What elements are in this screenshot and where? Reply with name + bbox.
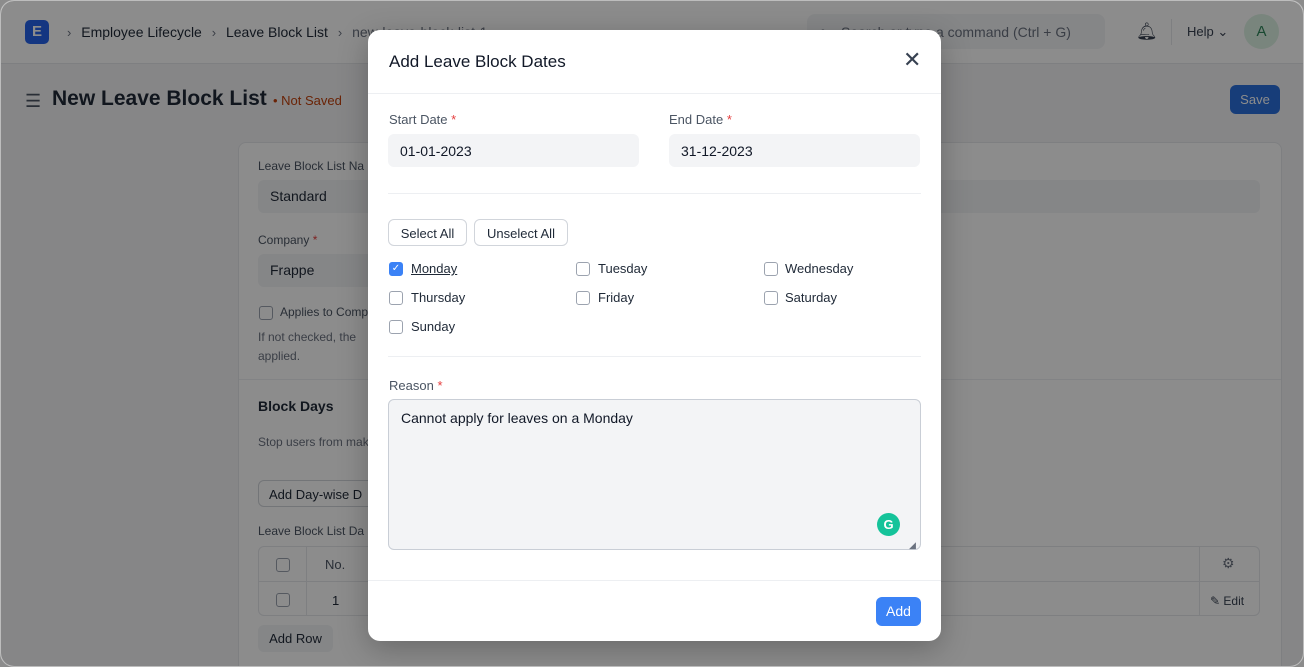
resize-handle-icon[interactable]: ◢ [909,540,916,551]
reason-label: Reason * [389,378,443,393]
wednesday-checkbox[interactable] [764,262,778,276]
thursday-checkbox[interactable] [389,291,403,305]
select-all-button[interactable]: Select All [388,219,467,246]
end-date-input[interactable] [669,134,920,167]
sunday-checkbox[interactable] [389,320,403,334]
dialog-header-divider [368,93,941,94]
saturday-checkbox[interactable] [764,291,778,305]
saturday-label[interactable]: Saturday [785,290,837,305]
dialog-footer-divider [368,580,941,581]
end-date-label: End Date * [669,112,732,127]
thursday-label[interactable]: Thursday [411,290,465,305]
friday-label[interactable]: Friday [598,290,634,305]
app-window: E › Employee Lifecycle › Leave Block Lis… [0,0,1304,667]
monday-checkbox[interactable]: ✓ [389,262,403,276]
wednesday-label[interactable]: Wednesday [785,261,853,276]
tuesday-checkbox[interactable] [576,262,590,276]
grammarly-icon[interactable]: G [877,513,900,536]
section-divider [388,193,921,194]
tuesday-label[interactable]: Tuesday [598,261,647,276]
dialog-title: Add Leave Block Dates [389,52,566,71]
start-date-label: Start Date * [389,112,457,127]
section-divider [388,356,921,357]
add-button[interactable]: Add [876,597,921,626]
friday-checkbox[interactable] [576,291,590,305]
unselect-all-button[interactable]: Unselect All [474,219,568,246]
monday-label[interactable]: Monday [411,261,457,276]
add-leave-block-dates-dialog: Add Leave Block Dates ✕ Start Date * End… [368,30,941,641]
sunday-label[interactable]: Sunday [411,319,455,334]
start-date-input[interactable] [388,134,639,167]
reason-textarea[interactable]: Cannot apply for leaves on a Monday [388,399,921,550]
close-icon[interactable]: ✕ [903,49,921,71]
